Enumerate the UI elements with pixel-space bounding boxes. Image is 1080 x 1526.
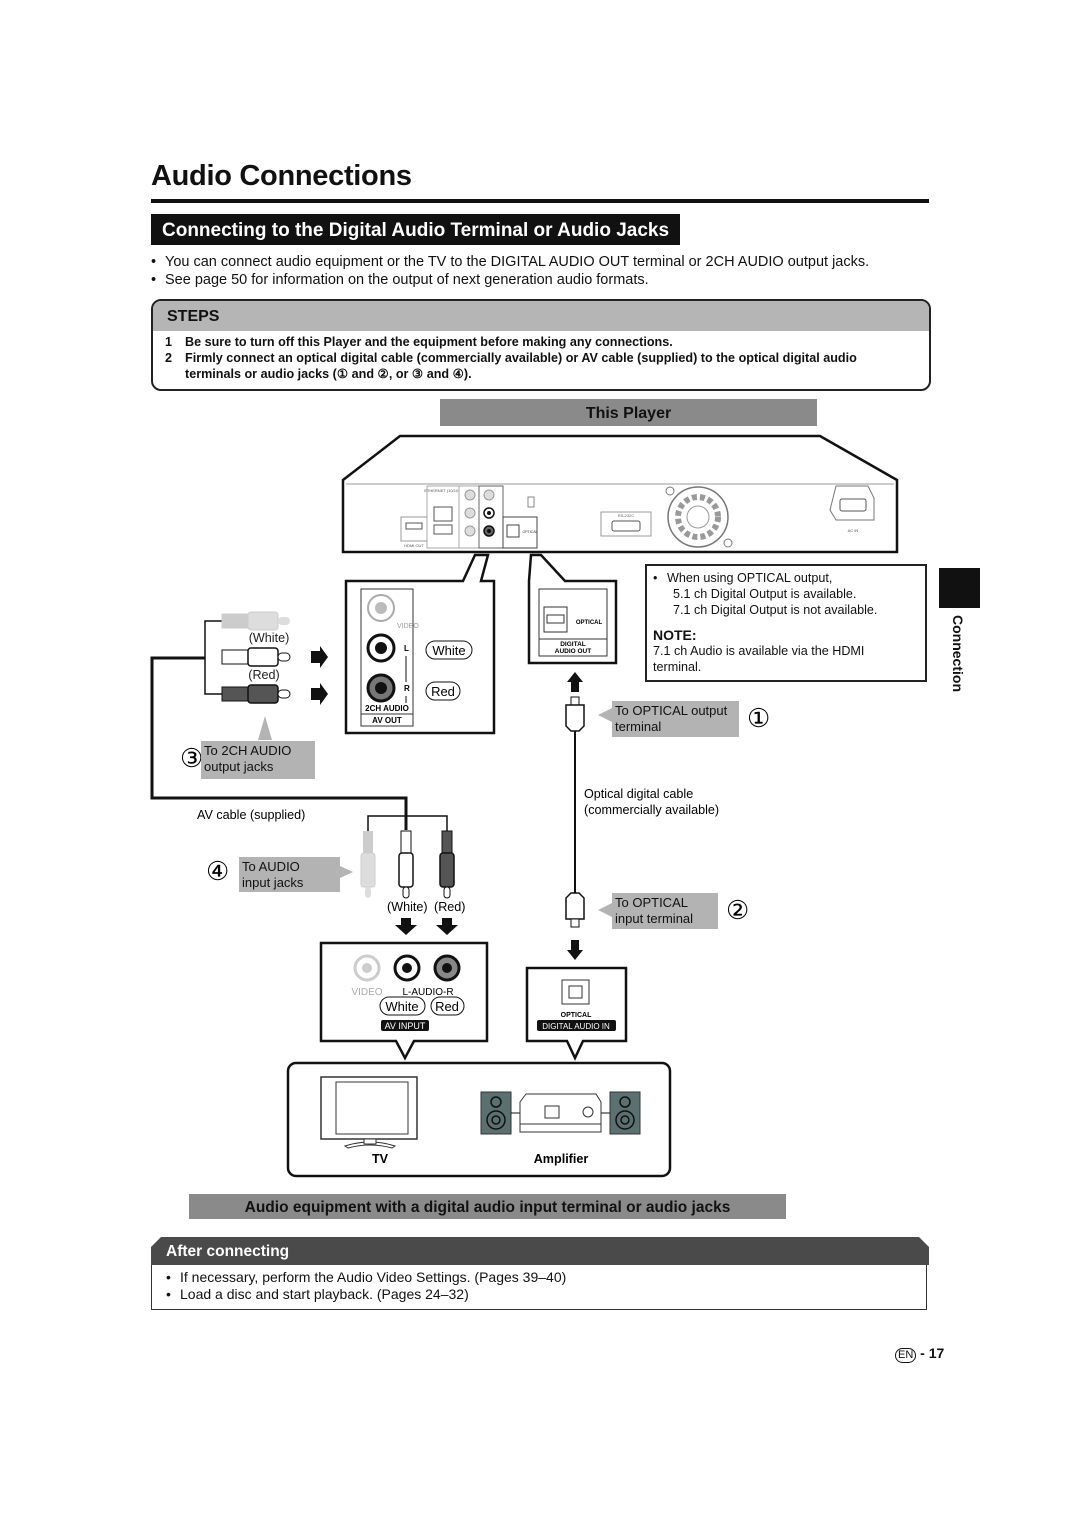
note-title: NOTE:: [653, 627, 697, 643]
after-item: • Load a disc and start playback. (Pages …: [166, 1286, 469, 1302]
step-3-marker: ③: [180, 743, 203, 773]
svg-text:VIDEO: VIDEO: [351, 987, 382, 998]
white-plug-label-bottom: (White): [387, 900, 428, 914]
av-cable-label: AV cable (supplied): [197, 808, 305, 822]
svg-text:Red: Red: [435, 999, 459, 1014]
callout-optical-input: To OPTICAL input terminal: [612, 893, 718, 929]
svg-text:AUDIO OUT: AUDIO OUT: [555, 648, 592, 655]
language-badge: EN: [895, 1348, 917, 1363]
white-jack-label: White: [432, 643, 465, 658]
arrow-down-icon: [436, 918, 458, 935]
arrow-right-icon: [311, 683, 328, 705]
rs232c-label: RS-232C: [618, 513, 635, 518]
svg-text:White: White: [385, 999, 418, 1014]
svg-text:VIDEO: VIDEO: [397, 623, 419, 630]
white-plug-label: (White): [249, 631, 290, 645]
svg-text:DIGITAL AUDIO IN: DIGITAL AUDIO IN: [542, 1022, 610, 1031]
svg-text:DIGITAL: DIGITAL: [560, 641, 586, 648]
ethernet-label: ETHERNET (10/100): [424, 488, 462, 493]
chapter-tab-label: Connection: [950, 615, 966, 692]
svg-text:OPTICAL: OPTICAL: [523, 530, 538, 534]
red-jack-label: Red: [431, 684, 455, 699]
page-number: EN - 17: [895, 1345, 944, 1363]
svg-text:L-AUDIO-R: L-AUDIO-R: [402, 987, 453, 998]
step-2-marker: ②: [726, 895, 749, 925]
red-plug-label-bottom: (Red): [434, 900, 466, 914]
optical-cable-label-2: (commercially available): [584, 803, 719, 817]
tv-icon: [320, 1076, 418, 1149]
amplifier-label: Amplifier: [534, 1152, 589, 1166]
chapter-tab-marker: [939, 568, 980, 608]
audio-equipment-label: Audio equipment with a digital audio inp…: [189, 1194, 786, 1219]
after-item: • If necessary, perform the Audio Video S…: [166, 1269, 567, 1285]
step-4-marker: ④: [206, 856, 229, 886]
ac-in-label: AC IN: [848, 528, 859, 533]
after-connecting-heading: After connecting: [151, 1237, 929, 1265]
callout-audio-input: To AUDIO input jacks: [239, 857, 340, 892]
optical-cable-label: Optical digital cable: [584, 787, 693, 801]
hdmi-out-label: HDMI OUT: [404, 543, 424, 548]
svg-text:2CH AUDIO: 2CH AUDIO: [365, 704, 409, 713]
av-out-zoom-panel: VIDEO L R 2CH AUDIO AV OUT White Red: [344, 553, 496, 735]
svg-text:L: L: [404, 644, 409, 653]
callout-optical-output: To OPTICAL output terminal: [612, 701, 739, 737]
red-plug-label: (Red): [248, 668, 280, 682]
arrow-down-icon: [395, 918, 417, 935]
note-box: • When using OPTICAL output, 5.1 ch Digit…: [645, 564, 927, 682]
svg-text:AV INPUT: AV INPUT: [385, 1021, 426, 1031]
svg-text:AV OUT: AV OUT: [372, 716, 402, 725]
optical-out-zoom-panel: OPTICAL DIGITAL AUDIO OUT: [527, 553, 618, 665]
tv-label: TV: [372, 1152, 389, 1166]
digital-in-zoom-panel: OPTICAL DIGITAL AUDIO IN: [525, 966, 628, 1061]
after-connecting-box: After connecting • If necessary, perform …: [151, 1237, 929, 1311]
step-1-marker: ①: [747, 703, 770, 733]
svg-text:OPTICAL: OPTICAL: [561, 1012, 592, 1019]
amplifier-icon: [480, 1091, 641, 1135]
svg-text:R: R: [404, 684, 410, 693]
player-rear-panel: HDMI OUT ETHERNET (10/100) OPTICAL RS-23…: [341, 434, 899, 554]
av-input-zoom-panel: VIDEO L-AUDIO-R White Red AV INPUT: [319, 941, 489, 1061]
svg-text:OPTICAL: OPTICAL: [576, 620, 603, 626]
arrow-up-icon: [567, 672, 583, 692]
callout-2ch-audio: To 2CH AUDIO output jacks: [201, 741, 315, 779]
equipment-box: TV Amplifier: [286, 1061, 672, 1178]
arrow-right-icon: [311, 646, 328, 668]
arrow-down-icon: [567, 940, 583, 960]
